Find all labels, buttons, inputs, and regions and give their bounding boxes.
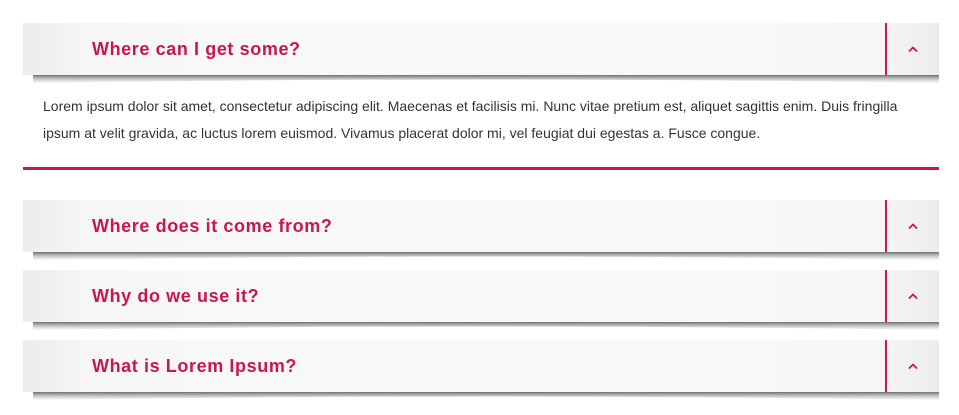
faq-item-what-is-lorem-ipsum: What is Lorem Ipsum?: [23, 340, 939, 402]
header-shadow: [33, 75, 939, 83]
header-shadow: [33, 252, 939, 260]
section-divider: [23, 167, 939, 170]
toggle-button[interactable]: [885, 23, 939, 75]
chevron-up-icon: [908, 46, 918, 52]
faq-item-why-do-we-use-it: Why do we use it?: [23, 270, 939, 332]
faq-item-title: What is Lorem Ipsum?: [92, 356, 298, 376]
faq-item-answer: Lorem ipsum dolor sit amet, consectetur …: [43, 98, 898, 141]
faq-item-title: Why do we use it?: [92, 286, 260, 306]
faq-item-header[interactable]: Where can I get some?: [23, 23, 939, 85]
faq-item-where-does-it-come-from: Where does it come from?: [23, 200, 939, 262]
chevron-up-icon: [908, 363, 918, 369]
faq-item-title: Where does it come from?: [92, 216, 333, 236]
toggle-button[interactable]: [885, 340, 939, 392]
header-shadow: [33, 322, 939, 330]
faq-item-header[interactable]: What is Lorem Ipsum?: [23, 340, 939, 402]
chevron-up-icon: [908, 223, 918, 229]
faq-item-header[interactable]: Why do we use it?: [23, 270, 939, 332]
header-shadow: [33, 392, 939, 400]
faq-item-where-can-i-get-some: Where can I get some? Lorem ipsum dolor …: [23, 23, 939, 141]
toggle-button[interactable]: [885, 270, 939, 322]
toggle-button[interactable]: [885, 200, 939, 252]
faq-item-title: Where can I get some?: [92, 39, 301, 59]
faq-item-header[interactable]: Where does it come from?: [23, 200, 939, 262]
chevron-up-icon: [908, 293, 918, 299]
